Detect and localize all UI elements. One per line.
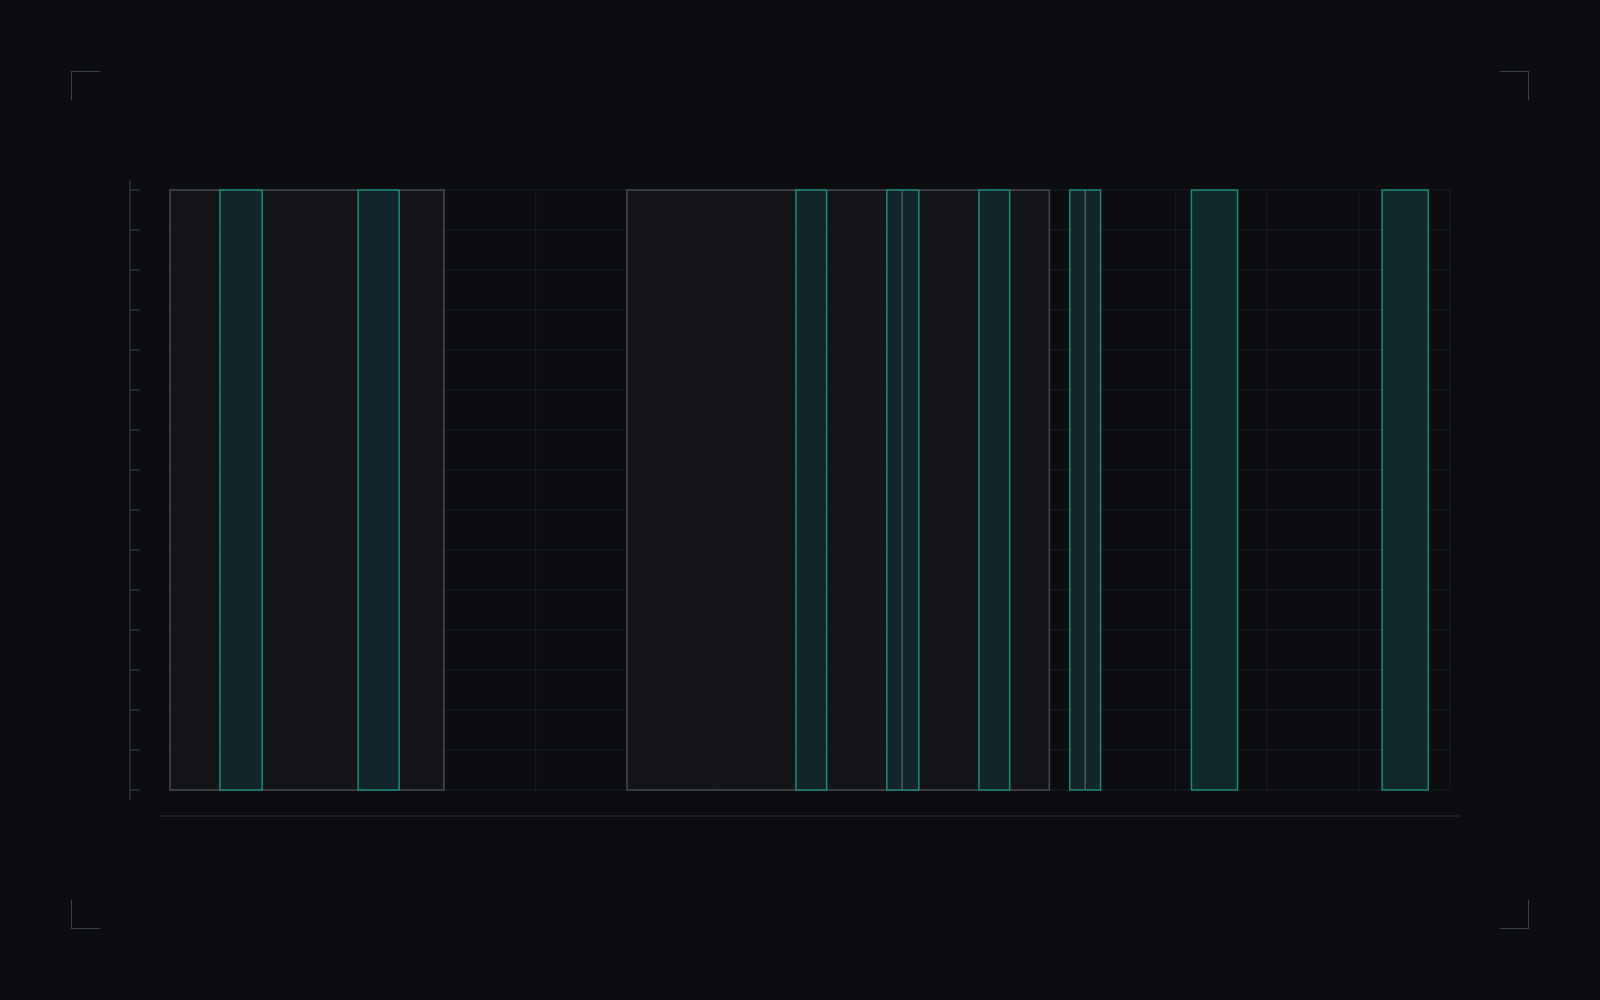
highlight-band[interactable]	[795, 189, 828, 791]
vertical-ruler	[129, 180, 140, 800]
region-block[interactable]	[169, 189, 445, 791]
highlight-band[interactable]	[978, 189, 1011, 791]
highlight-band[interactable]	[1381, 189, 1429, 791]
highlight-band[interactable]	[1190, 189, 1239, 791]
highlight-band[interactable]	[219, 189, 263, 791]
highlight-band[interactable]	[357, 189, 400, 791]
timeline-track[interactable]	[0, 0, 1600, 1000]
canvas	[0, 0, 1600, 1000]
